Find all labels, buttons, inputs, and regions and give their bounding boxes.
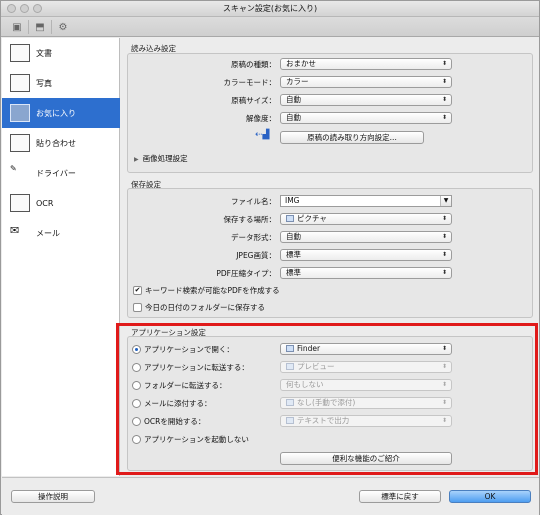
disclosure-triangle-icon: ▶	[134, 156, 139, 163]
resolution-value: 自動	[286, 113, 301, 122]
sidebar-item-label: メール	[36, 228, 60, 238]
folder-icon	[286, 215, 294, 222]
pdf-compression-row: PDF圧縮タイプ： 標準 ⬍	[128, 267, 534, 280]
doc-type-label: 原稿の種類：	[231, 60, 276, 69]
doc-size-label: 原稿サイズ：	[231, 96, 276, 105]
resolution-label: 解像度：	[246, 114, 276, 123]
jpeg-quality-value: 標準	[286, 250, 301, 259]
scan-document-icon[interactable]: ▣	[10, 21, 24, 33]
favorites-icon	[10, 104, 30, 122]
sidebar-item-label: ドライバー	[36, 168, 76, 178]
resolution-row: 解像度： 自動 ⬍	[128, 112, 534, 125]
save-location-select[interactable]: ピクチャ ⬍	[280, 213, 452, 225]
toolbar-divider	[28, 20, 29, 34]
pdf-compression-label: PDF圧縮タイプ：	[216, 269, 276, 278]
file-name-value: IMG	[285, 196, 300, 205]
updown-arrows-icon: ⬍	[441, 251, 447, 258]
doc-size-value: 自動	[286, 95, 301, 104]
date-folder-checkbox[interactable]: 今日の日付のフォルダーに保存する	[133, 302, 265, 313]
minimize-window-button[interactable]	[20, 4, 29, 13]
orientation-icon: ⇠▟	[255, 130, 270, 140]
settings-tools-icon[interactable]: ⚙	[56, 21, 70, 33]
pdf-compression-select[interactable]: 標準 ⬍	[280, 267, 452, 279]
color-mode-row: カラーモード： カラー ⬍	[128, 76, 534, 89]
orientation-settings-button[interactable]: 原稿の読み取り方向設定...	[280, 131, 424, 144]
sidebar-item-document[interactable]: 文書	[2, 38, 120, 68]
updown-arrows-icon: ⬍	[441, 215, 447, 222]
file-name-row: ファイル名： IMG ▼	[128, 195, 534, 208]
sidebar-item-driver[interactable]: ✎ ドライバー	[2, 158, 120, 188]
ok-button[interactable]: OK	[449, 490, 531, 503]
doc-type-select[interactable]: おまかせ ⬍	[280, 58, 452, 70]
email-icon: ✉	[10, 224, 20, 237]
jpeg-quality-row: JPEG画質： 標準 ⬍	[128, 249, 534, 262]
updown-arrows-icon: ⬍	[441, 114, 447, 121]
color-mode-label: カラーモード：	[223, 78, 277, 87]
toolbar: ▣ ⬒ ⚙	[1, 17, 539, 37]
chevron-down-icon[interactable]: ▼	[440, 196, 451, 206]
jpeg-quality-label: JPEG画質：	[236, 251, 276, 260]
file-name-combo[interactable]: IMG ▼	[280, 195, 452, 207]
data-format-row: データ形式： 自動 ⬍	[128, 231, 534, 244]
read-settings-group: 原稿の種類： おまかせ ⬍ カラーモード： カラー ⬍ 原稿サイズ： 自動 ⬍ 解像度…	[127, 53, 533, 173]
sidebar-item-email[interactable]: ✉ メール	[2, 218, 120, 248]
close-window-button[interactable]	[7, 4, 16, 13]
save-location-label: 保存する場所：	[223, 215, 277, 224]
zoom-window-button[interactable]	[33, 4, 42, 13]
updown-arrows-icon: ⬍	[441, 96, 447, 103]
help-button[interactable]: 操作説明	[11, 490, 95, 503]
jpeg-quality-select[interactable]: 標準 ⬍	[280, 249, 452, 261]
doc-size-select[interactable]: 自動 ⬍	[280, 94, 452, 106]
sidebar-item-photo[interactable]: 写真	[2, 68, 120, 98]
doc-type-row: 原稿の種類： おまかせ ⬍	[128, 58, 534, 71]
title-bar: スキャン設定(お気に入り)	[1, 1, 539, 17]
checkmark-icon: ✔	[133, 286, 142, 295]
pdf-compression-value: 標準	[286, 268, 301, 277]
sidebar-item-label: お気に入り	[36, 108, 76, 118]
window-title: スキャン設定(お気に入り)	[222, 4, 318, 13]
file-name-label: ファイル名：	[231, 197, 276, 206]
sidebar-item-label: OCR	[36, 198, 54, 208]
sidebar-item-ocr[interactable]: OCR	[2, 188, 120, 218]
save-location-row: 保存する場所： ピクチャ ⬍	[128, 213, 534, 226]
updown-arrows-icon: ⬍	[441, 78, 447, 85]
footer: 操作説明 標準に戻す OK	[2, 477, 539, 515]
keyword-pdf-checkbox[interactable]: ✔ キーワード検索が可能なPDFを作成する	[133, 285, 280, 296]
ocr-icon	[10, 194, 30, 212]
data-format-value: 自動	[286, 232, 301, 241]
updown-arrows-icon: ⬍	[441, 60, 447, 67]
scan-settings-window: スキャン設定(お気に入り) ▣ ⬒ ⚙ 文書 写真 お気に入り 貼り合わせ ✎ …	[0, 0, 540, 515]
scanner-icon[interactable]: ⬒	[33, 21, 47, 33]
updown-arrows-icon: ⬍	[441, 233, 447, 240]
sidebar-item-label: 写真	[36, 78, 52, 88]
save-settings-group: ファイル名： IMG ▼ 保存する場所： ピクチャ ⬍ データ形式： 自動 ⬍ JPE…	[127, 188, 533, 318]
image-processing-label: 画像処理設定	[142, 154, 188, 163]
updown-arrows-icon: ⬍	[441, 269, 447, 276]
keyword-pdf-label: キーワード検索が可能なPDFを作成する	[145, 286, 280, 295]
photo-icon	[10, 74, 30, 92]
doc-size-row: 原稿サイズ： 自動 ⬍	[128, 94, 534, 107]
sidebar-item-label: 貼り合わせ	[36, 138, 76, 148]
highlight-box	[116, 323, 538, 475]
save-location-value: ピクチャ	[297, 214, 327, 223]
sidebar-item-favorites[interactable]: お気に入り	[2, 98, 120, 128]
color-mode-select[interactable]: カラー ⬍	[280, 76, 452, 88]
doc-type-value: おまかせ	[286, 59, 316, 68]
sidebar: 文書 写真 お気に入り 貼り合わせ ✎ ドライバー OCR ✉ メール	[2, 38, 120, 476]
data-format-select[interactable]: 自動 ⬍	[280, 231, 452, 243]
data-format-label: データ形式：	[231, 233, 276, 242]
color-mode-value: カラー	[286, 77, 309, 86]
date-folder-label: 今日の日付のフォルダーに保存する	[145, 303, 265, 312]
document-icon	[10, 44, 30, 62]
toolbar-divider	[51, 20, 52, 34]
image-processing-toggle[interactable]: ▶ 画像処理設定	[134, 153, 188, 164]
driver-icon: ✎	[10, 164, 17, 173]
empty-checkbox-icon	[133, 303, 142, 312]
sidebar-item-label: 文書	[36, 48, 52, 58]
sidebar-item-stitch[interactable]: 貼り合わせ	[2, 128, 120, 158]
resolution-select[interactable]: 自動 ⬍	[280, 112, 452, 124]
restore-defaults-button[interactable]: 標準に戻す	[359, 490, 441, 503]
stitch-icon	[10, 134, 30, 152]
